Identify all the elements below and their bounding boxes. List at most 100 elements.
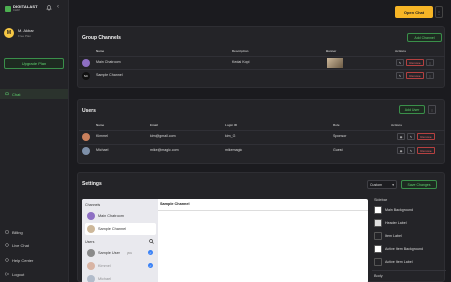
option-active-item-label[interactable]: Active Item Label: [374, 258, 413, 266]
chevron-down-icon: ▾: [392, 182, 394, 187]
remove-button[interactable]: Remove: [406, 59, 424, 66]
upgrade-plan-button[interactable]: Upgrade Plan: [4, 58, 64, 69]
column-header-actions: Actions: [391, 123, 403, 127]
main-content: Open Chat ⋮ Group Channels Add Channel N…: [70, 0, 451, 282]
preview-user-item[interactable]: Kimmel: [85, 260, 156, 272]
table-row: Michael mike@magic.com mikemagic Guest ◉…: [79, 144, 445, 156]
column-header-name: Name: [96, 123, 105, 127]
add-channel-button[interactable]: Add Channel: [407, 33, 442, 42]
view-button[interactable]: ◉: [397, 147, 405, 154]
option-item-label[interactable]: Item Label: [374, 232, 402, 240]
edit-button[interactable]: ✎: [396, 59, 404, 66]
pencil-icon: ✎: [409, 148, 413, 153]
group-channels-title: Group Channels: [82, 35, 121, 41]
user-avatar: [87, 249, 95, 257]
theme-select[interactable]: Custom ▾: [367, 180, 397, 189]
color-swatch[interactable]: [374, 245, 382, 253]
channel-avatar: [87, 225, 95, 233]
live-chat-icon: [5, 243, 9, 247]
panel-body-header: Body: [374, 274, 383, 278]
sidebar-item-billing[interactable]: Billing: [0, 227, 68, 237]
save-changes-button[interactable]: Save Changes: [401, 180, 437, 189]
sidebar-item-logout[interactable]: Logout: [0, 269, 68, 279]
settings-title: Settings: [82, 181, 102, 187]
user-avatar: [87, 275, 95, 282]
table-row: Kimmel kim@gmail.com kim_G Sponsor ◉ ✎ R…: [79, 130, 445, 142]
divider: [158, 210, 368, 211]
search-icon[interactable]: [149, 239, 154, 244]
more-button[interactable]: ⋮: [426, 72, 434, 79]
customize-panel: Sidebar Main Background Header Label Ite…: [372, 195, 446, 282]
users-more-button[interactable]: ⋮: [428, 105, 436, 114]
more-icon: ⋮: [430, 107, 434, 112]
view-button[interactable]: ◉: [397, 133, 405, 140]
color-swatch[interactable]: [374, 258, 382, 266]
collapse-icon[interactable]: ‹: [57, 4, 59, 10]
user-profile[interactable]: M M. Akbar Free Plan: [4, 28, 34, 38]
edit-button[interactable]: ✎: [407, 133, 415, 140]
preview-user-label: Kimmel: [98, 264, 111, 268]
chat-preview: Channels Main Chatroom Sample Channel Us…: [82, 199, 368, 282]
remove-button[interactable]: Remove: [417, 147, 435, 154]
users-card: Users Add User ⋮ Name Email Login ID Rol…: [77, 99, 445, 164]
chat-icon: [5, 92, 9, 96]
pencil-icon: ✎: [398, 60, 402, 65]
check-icon: ✓: [148, 263, 153, 268]
check-icon: ✓: [148, 250, 153, 255]
column-header-banner: Banner: [326, 49, 337, 53]
app-root: DIGITALAST CHAT ‹ M M. Akbar Free Plan U…: [0, 0, 451, 282]
help-icon: [5, 258, 9, 262]
user-plan: Free Plan: [18, 34, 32, 38]
column-header-email: Email: [150, 123, 159, 127]
remove-button[interactable]: Remove: [406, 72, 424, 79]
channel-name: Main Chatroom: [96, 60, 121, 64]
user-email: kim@gmail.com: [150, 134, 176, 138]
sidebar-item-live-chat[interactable]: Live Chat: [0, 240, 68, 250]
sidebar-item-chat[interactable]: Chat: [0, 89, 68, 99]
channel-avatar: [87, 212, 95, 220]
open-chat-button[interactable]: Open Chat: [395, 6, 433, 18]
preview-users-header: Users: [85, 240, 95, 244]
color-swatch[interactable]: [374, 219, 382, 227]
user-avatar: [82, 133, 90, 141]
logo-mark: [5, 5, 11, 12]
option-label: Active Item Background: [385, 247, 423, 251]
channel-banner: [327, 58, 343, 68]
channel-description: Kedai Kopi: [232, 60, 250, 64]
preview-channel-item-active[interactable]: Sample Channel: [85, 223, 156, 235]
sidebar-item-label: Live Chat: [12, 242, 29, 248]
settings-card: Settings Custom ▾ Save Changes Channels …: [77, 172, 446, 282]
divider: [372, 270, 446, 271]
sidebar-item-help-center[interactable]: Help Center: [0, 255, 68, 265]
bell-icon[interactable]: [46, 5, 52, 11]
pencil-icon: ✎: [398, 73, 402, 78]
more-button[interactable]: ⋮: [426, 59, 434, 66]
theme-select-value: Custom: [370, 182, 383, 187]
option-active-item-background[interactable]: Active Item Background: [374, 245, 423, 253]
remove-button[interactable]: Remove: [417, 133, 435, 140]
option-main-background[interactable]: Main Background: [374, 206, 413, 214]
preview-user-item[interactable]: Sample User you: [85, 247, 156, 259]
preview-active-channel-title: Sample Channel: [160, 202, 190, 206]
edit-button[interactable]: ✎: [396, 72, 404, 79]
channel-avatar: [82, 59, 90, 67]
color-swatch[interactable]: [374, 206, 382, 214]
preview-user-item[interactable]: Michael: [85, 273, 156, 282]
user-name: M. Akbar: [18, 28, 34, 33]
more-options-button[interactable]: ⋮: [435, 6, 443, 18]
billing-icon: [5, 230, 9, 234]
user-login-id: mikemagic: [225, 148, 243, 152]
logo: DIGITALAST CHAT: [5, 5, 38, 12]
option-header-label[interactable]: Header Label: [374, 219, 407, 227]
option-label: Main Background: [385, 208, 413, 212]
preview-channel-item[interactable]: Main Chatroom: [85, 210, 156, 222]
channel-name: Sample Channel: [96, 73, 123, 77]
eye-icon: ◉: [399, 134, 403, 139]
edit-button[interactable]: ✎: [407, 147, 415, 154]
add-user-button[interactable]: Add User: [399, 105, 425, 114]
group-channels-card: Group Channels Add Channel Name Descript…: [77, 26, 445, 88]
user-name: Kimmel: [96, 134, 108, 138]
column-header-name: Name: [96, 49, 105, 53]
color-swatch[interactable]: [374, 232, 382, 240]
preview-channel-label: Main Chatroom: [98, 214, 124, 218]
